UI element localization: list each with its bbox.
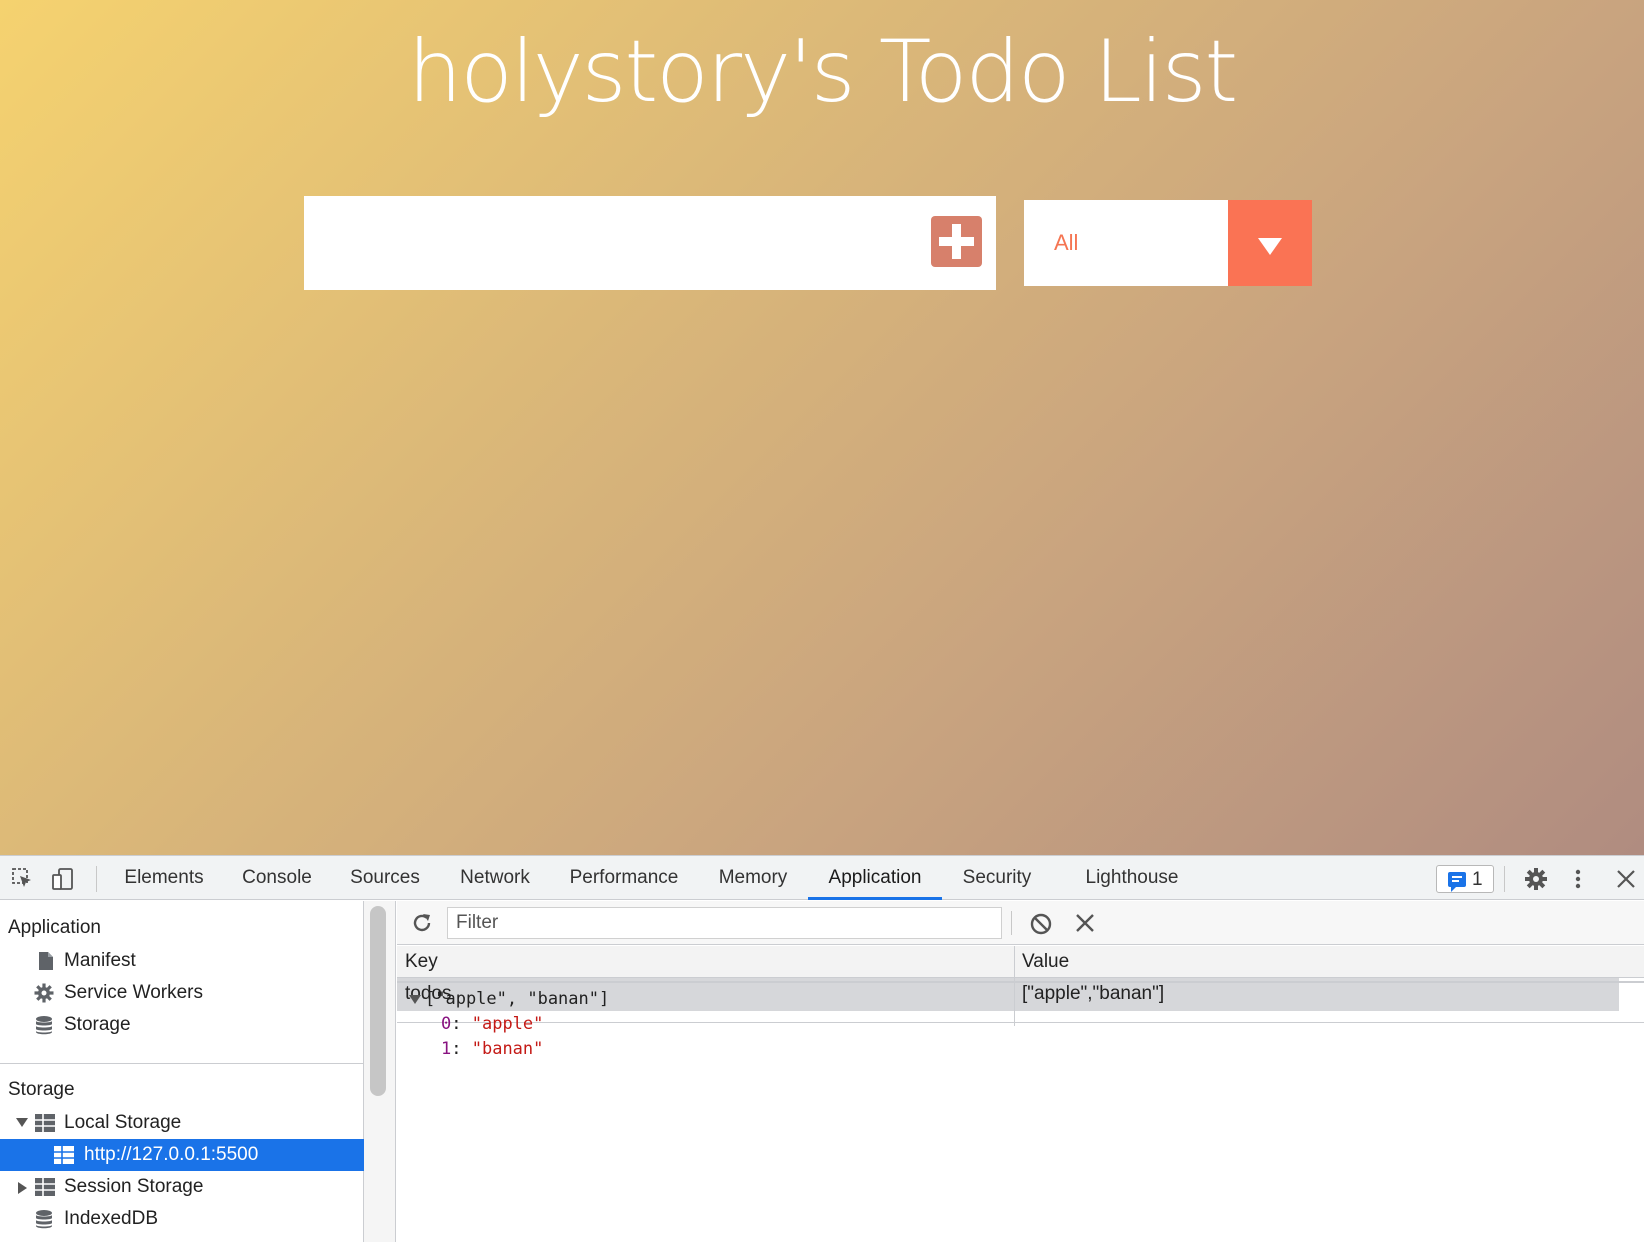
delete-selected-icon[interactable]	[1074, 912, 1096, 934]
toolbar-divider	[1011, 911, 1012, 935]
gear-icon[interactable]	[1524, 867, 1548, 891]
filter-dropdown-arrow[interactable]	[1228, 200, 1312, 286]
database-icon	[36, 1016, 52, 1035]
grid-icon	[54, 1146, 74, 1164]
issues-badge[interactable]: 1	[1436, 865, 1494, 893]
file-icon	[39, 952, 53, 970]
value-preview: ["apple", "banan"] 0: "apple" 1: "banan"	[397, 985, 1644, 1242]
sidebar-item-label: Local Storage	[64, 1112, 182, 1133]
filter-select[interactable]: All	[1024, 200, 1312, 286]
table-header: Key Value	[397, 946, 1644, 978]
more-options-icon[interactable]	[1572, 868, 1584, 890]
sidebar-divider	[0, 1063, 364, 1064]
todo-input[interactable]	[304, 196, 924, 290]
storage-toolbar	[397, 901, 1644, 945]
filter-input[interactable]	[447, 907, 1002, 939]
device-toolbar-icon[interactable]	[52, 868, 74, 890]
preview-summary: ["apple", "banan"]	[425, 989, 610, 1009]
sidebar-item-label: Storage	[64, 1014, 131, 1035]
inspect-element-icon[interactable]	[12, 868, 34, 890]
sidebar-item-session-storage[interactable]: Session Storage	[0, 1171, 364, 1203]
sidebar-item-indexeddb[interactable]: IndexedDB	[0, 1203, 364, 1235]
sidebar-item-label: Session Storage	[64, 1176, 204, 1197]
sidebar-item-manifest[interactable]: Manifest	[0, 945, 364, 977]
application-sidebar: Application Manifest Service Workers Sto…	[0, 901, 364, 1242]
devtools-tabbar: Elements Console Sources Network Perform…	[0, 856, 1644, 900]
database-icon	[36, 1210, 52, 1229]
refresh-icon[interactable]	[411, 912, 433, 934]
grid-icon	[35, 1178, 55, 1196]
devtools-panel: Elements Console Sources Network Perform…	[0, 855, 1644, 1242]
preview-item: 1: "banan"	[441, 1039, 544, 1059]
sidebar-item-service-workers[interactable]: Service Workers	[0, 977, 364, 1009]
message-icon	[1448, 872, 1466, 892]
expand-arrow-icon[interactable]	[16, 1118, 28, 1127]
page-title: holystory's Todo List	[407, 22, 1239, 122]
filter-selected-value: All	[1054, 230, 1079, 255]
tab-memory[interactable]: Memory	[708, 856, 798, 900]
preview-item: 0: "apple"	[441, 1014, 544, 1034]
sidebar-item-local-storage-origin[interactable]: http://127.0.0.1:5500	[0, 1139, 364, 1171]
tab-sources[interactable]: Sources	[340, 856, 430, 900]
storage-panel: Key Value todos ["apple","banan"] ["appl…	[397, 901, 1644, 1242]
sidebar-item-label: http://127.0.0.1:5500	[84, 1144, 259, 1165]
tab-security[interactable]: Security	[952, 856, 1042, 900]
sidebar-item-label: Manifest	[64, 950, 136, 971]
tab-network[interactable]: Network	[450, 856, 540, 900]
expand-arrow-icon[interactable]	[18, 1182, 27, 1194]
app-viewport: holystory's Todo List All	[0, 0, 1644, 855]
add-todo-button[interactable]	[931, 216, 982, 267]
sidebar-item-label: Service Workers	[64, 982, 204, 1003]
tab-lighthouse[interactable]: Lighthouse	[1070, 856, 1194, 900]
clear-all-icon[interactable]	[1029, 912, 1053, 936]
sidebar-scrollbar-thumb[interactable]	[370, 906, 386, 1096]
column-header-key[interactable]: Key	[405, 951, 438, 973]
tab-application[interactable]: Application	[808, 856, 942, 900]
tab-performance[interactable]: Performance	[560, 856, 688, 900]
close-devtools-icon[interactable]	[1616, 869, 1636, 889]
preview-divider[interactable]	[397, 981, 1644, 983]
tab-console[interactable]: Console	[232, 856, 322, 900]
gear-icon	[34, 983, 54, 1003]
tab-elements[interactable]: Elements	[112, 856, 216, 900]
column-header-value[interactable]: Value	[1022, 951, 1069, 973]
collapse-arrow-icon[interactable]	[409, 995, 421, 1004]
issues-count: 1	[1472, 869, 1483, 890]
caret-down-icon	[1258, 238, 1282, 255]
grid-icon	[35, 1114, 55, 1132]
sidebar-heading-storage: Storage	[8, 1079, 75, 1100]
sidebar-item-storage[interactable]: Storage	[0, 1009, 364, 1041]
sidebar-item-label: IndexedDB	[64, 1208, 159, 1229]
sidebar-heading-application: Application	[8, 917, 101, 938]
sidebar-item-local-storage[interactable]: Local Storage	[0, 1107, 364, 1139]
todo-form	[304, 196, 996, 290]
